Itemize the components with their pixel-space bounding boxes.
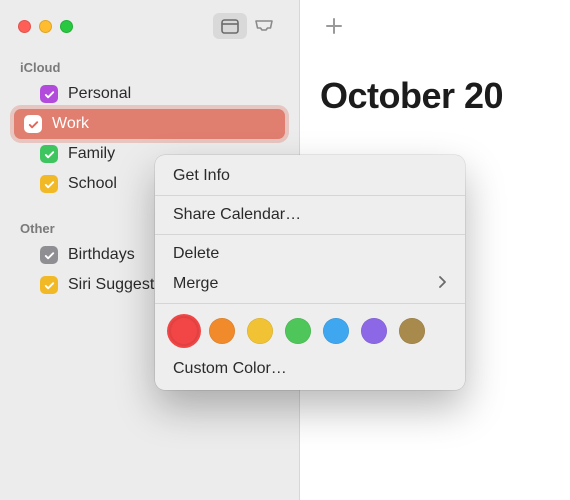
close-window-button[interactable] bbox=[18, 20, 31, 33]
calendar-label: Family bbox=[68, 145, 115, 163]
add-event-button[interactable] bbox=[318, 12, 350, 40]
menu-separator bbox=[155, 234, 465, 235]
maximize-window-button[interactable] bbox=[60, 20, 73, 33]
checkbox-birthdays[interactable] bbox=[40, 246, 58, 264]
menu-share-calendar[interactable]: Share Calendar… bbox=[155, 200, 465, 230]
calendar-label: Work bbox=[52, 115, 89, 133]
context-menu: Get Info Share Calendar… Delete Merge Cu… bbox=[155, 155, 465, 390]
menu-delete[interactable]: Delete bbox=[155, 239, 465, 269]
color-swatch-brown[interactable] bbox=[399, 318, 425, 344]
inbox-button[interactable] bbox=[247, 13, 281, 39]
calendar-item-personal[interactable]: Personal bbox=[6, 80, 293, 108]
color-swatch-purple[interactable] bbox=[361, 318, 387, 344]
color-swatch-orange[interactable] bbox=[209, 318, 235, 344]
checkbox-personal[interactable] bbox=[40, 85, 58, 103]
calendar-label: Personal bbox=[68, 85, 131, 103]
sidebar-toolbar bbox=[213, 13, 281, 39]
checkbox-siri[interactable] bbox=[40, 276, 58, 294]
menu-color-row bbox=[155, 308, 465, 354]
menu-label: Get Info bbox=[173, 167, 230, 185]
menu-label: Merge bbox=[173, 275, 218, 293]
calendar-label: School bbox=[68, 175, 117, 193]
chevron-right-icon bbox=[438, 275, 447, 293]
calendar-toggle-button[interactable] bbox=[213, 13, 247, 39]
menu-label: Delete bbox=[173, 245, 219, 263]
checkbox-family[interactable] bbox=[40, 145, 58, 163]
color-swatch-blue[interactable] bbox=[323, 318, 349, 344]
color-swatch-green[interactable] bbox=[285, 318, 311, 344]
titlebar bbox=[0, 0, 299, 52]
color-swatch-yellow[interactable] bbox=[247, 318, 273, 344]
checkbox-school[interactable] bbox=[40, 175, 58, 193]
calendar-label: Birthdays bbox=[68, 246, 135, 264]
color-swatch-red[interactable] bbox=[171, 318, 197, 344]
month-title: October 20 bbox=[320, 75, 503, 117]
main-toolbar bbox=[300, 0, 570, 52]
menu-separator bbox=[155, 303, 465, 304]
menu-merge[interactable]: Merge bbox=[155, 269, 465, 299]
menu-separator bbox=[155, 195, 465, 196]
calendar-icon bbox=[221, 18, 239, 34]
checkbox-work[interactable] bbox=[24, 115, 42, 133]
menu-custom-color[interactable]: Custom Color… bbox=[155, 354, 465, 384]
inbox-icon bbox=[254, 18, 274, 34]
minimize-window-button[interactable] bbox=[39, 20, 52, 33]
menu-label: Share Calendar… bbox=[173, 206, 301, 224]
menu-get-info[interactable]: Get Info bbox=[155, 161, 465, 191]
section-header-icloud: iCloud bbox=[0, 52, 299, 79]
plus-icon bbox=[324, 16, 344, 36]
calendar-item-work[interactable]: Work bbox=[14, 109, 285, 139]
menu-label: Custom Color… bbox=[173, 360, 287, 378]
